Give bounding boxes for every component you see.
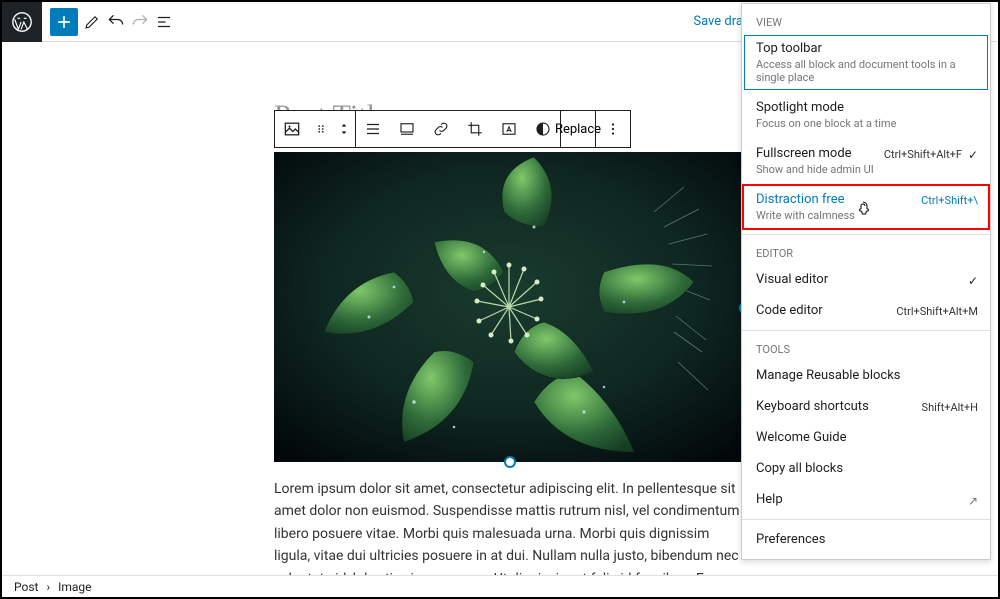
add-block-button[interactable] [50,8,78,36]
outline-icon[interactable] [154,12,174,32]
block-toolbar: Replace [274,110,631,148]
breadcrumb: Post › Image [2,575,998,597]
dropdown-header-tools: Tools [742,335,990,360]
drag-handle-icon[interactable] [309,111,333,147]
options-dropdown: View Top toolbar Access all block and do… [741,3,991,560]
menu-copy-blocks[interactable]: Copy all blocks [742,453,990,484]
align-icon[interactable] [356,111,390,147]
wordpress-logo[interactable] [2,2,42,42]
redo-icon[interactable] [130,12,150,32]
move-up-down-icon[interactable] [333,111,355,147]
menu-fullscreen-mode[interactable]: Fullscreen mode Show and hide admin UI C… [742,138,990,184]
menu-spotlight-mode[interactable]: Spotlight mode Focus on one block at a t… [742,92,990,138]
post-body-text[interactable]: Lorem ipsum dolor sit amet, consectetur … [274,478,745,575]
menu-code-editor[interactable]: Code editorCtrl+Shift+Alt+M [742,295,990,326]
caption-icon[interactable] [390,111,424,147]
menu-help[interactable]: Help [742,484,990,515]
crop-icon[interactable] [458,111,492,147]
menu-reusable-blocks[interactable]: Manage Reusable blocks [742,360,990,391]
block-more-icon[interactable] [596,111,630,147]
dropdown-header-view: View [742,8,990,33]
breadcrumb-image[interactable]: Image [58,580,91,594]
menu-distraction-free[interactable]: Distraction free Write with calmness Ctr… [742,184,990,230]
menu-welcome-guide[interactable]: Welcome Guide [742,422,990,453]
resize-handle-bottom[interactable] [504,456,516,468]
dropdown-header-editor: Editor [742,239,990,264]
text-overlay-icon[interactable] [492,111,526,147]
menu-preferences[interactable]: Preferences [742,524,990,555]
menu-keyboard-shortcuts[interactable]: Keyboard shortcutsShift+Alt+H [742,391,990,422]
undo-icon[interactable] [106,12,126,32]
link-icon[interactable] [424,111,458,147]
edit-icon[interactable] [82,12,102,32]
chevron-right-icon: › [46,580,50,594]
menu-top-toolbar[interactable]: Top toolbar Access all block and documen… [742,33,990,92]
replace-button[interactable]: Replace [561,111,595,147]
image-block[interactable] [274,152,745,462]
breadcrumb-post[interactable]: Post [14,580,38,594]
block-type-image-icon[interactable] [275,111,309,147]
menu-visual-editor[interactable]: Visual editor [742,264,990,295]
